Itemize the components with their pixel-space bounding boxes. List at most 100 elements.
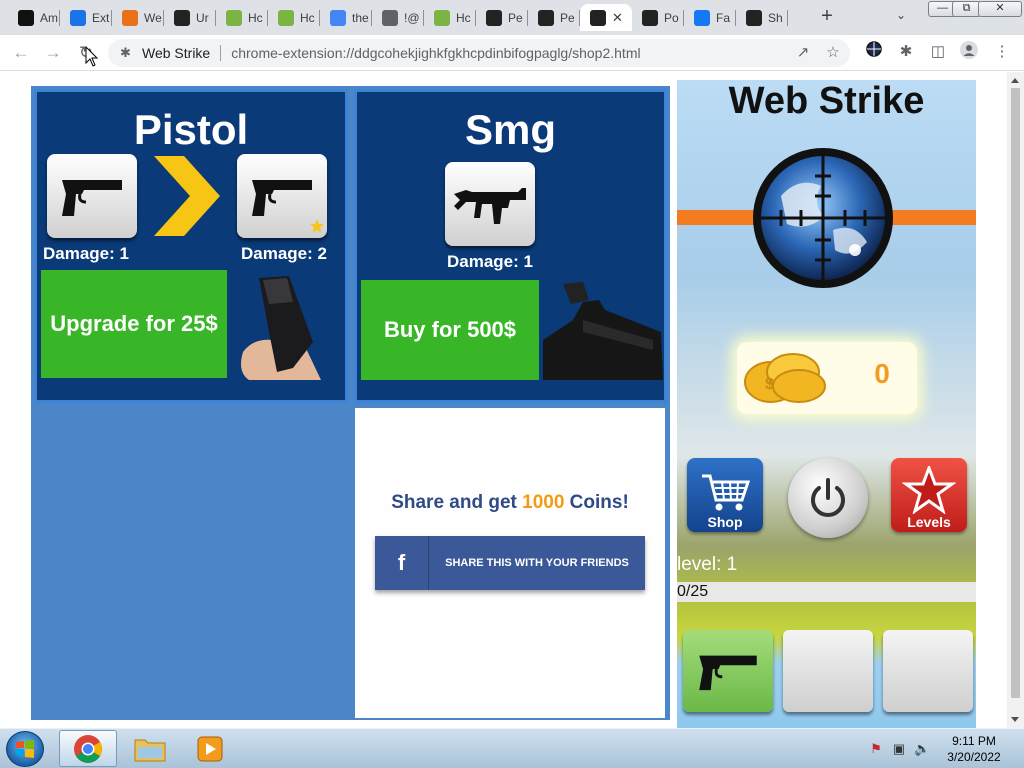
- volume-icon[interactable]: 🔈: [914, 741, 930, 757]
- pistol-hand-image: [233, 272, 343, 380]
- coin-count: 0: [874, 358, 890, 389]
- puzzle-icon: [70, 9, 86, 26]
- facebook-icon: f: [375, 536, 429, 590]
- upgrade-arrow-icon: [154, 156, 220, 236]
- pistol-icon: [252, 180, 312, 216]
- browser-tab[interactable]: Hc: [216, 4, 268, 31]
- tab-title: We: [144, 10, 162, 25]
- forward-button[interactable]: →: [41, 41, 65, 65]
- buy-smg-button[interactable]: Buy for 500$: [361, 280, 539, 380]
- tab-title: Sh: [768, 10, 783, 25]
- browser-tab[interactable]: Ur: [164, 4, 216, 31]
- crosshair-globe-icon: [590, 9, 606, 26]
- scroll-up-arrow-icon[interactable]: [1011, 78, 1019, 83]
- power-button[interactable]: [788, 458, 868, 538]
- network-icon[interactable]: ▣: [891, 741, 907, 757]
- tab-title: Pe: [508, 10, 523, 25]
- browser-tab[interactable]: Hc: [424, 4, 476, 31]
- system-clock[interactable]: 9:11 PM 3/20/2022: [940, 733, 1008, 765]
- share-promo-text: Share and get 1000 Coins!: [355, 492, 665, 514]
- restore-button[interactable]: ⧉: [952, 1, 981, 17]
- google-icon: [330, 9, 346, 26]
- game-title: Web Strike: [728, 80, 925, 122]
- action-center-flag-icon[interactable]: ⚑: [868, 741, 884, 757]
- browser-tab[interactable]: Po: [632, 4, 684, 31]
- tab-title: the: [352, 10, 369, 25]
- tab-title: Hc: [248, 10, 263, 25]
- pistol-icon: [62, 180, 122, 216]
- taskbar-media-player[interactable]: [181, 730, 239, 767]
- weapon-slot-3[interactable]: [883, 630, 973, 712]
- new-tab-button[interactable]: +: [816, 6, 838, 28]
- game-panel: Web Strike $ 0 Shop Levels level: 1 0/25: [677, 80, 976, 728]
- tab-title: !@: [404, 10, 420, 25]
- levels-button[interactable]: Levels: [891, 458, 967, 532]
- browser-tab[interactable]: We: [112, 4, 164, 31]
- omnibox-divider: [220, 45, 222, 61]
- tab-title: Ur: [196, 10, 209, 25]
- chrome-icon: [74, 734, 102, 763]
- menu-kebab-icon[interactable]: ⋮: [991, 41, 1013, 63]
- browser-tab[interactable]: !@: [372, 4, 424, 31]
- windows-taskbar: ⚑ ▣ 🔈 9:11 PM 3/20/2022: [0, 728, 1024, 768]
- pistol-current-slot: [47, 154, 137, 238]
- shop-panel: Pistol Damage: 1 Damage: 2 Upgrade for 2…: [31, 86, 670, 720]
- globe-icon: [382, 9, 398, 26]
- close-tab-icon[interactable]: ✕: [612, 10, 623, 26]
- green-flag-icon: [226, 9, 242, 26]
- extensions-puzzle-icon[interactable]: ✱: [895, 41, 917, 63]
- browser-tab[interactable]: ✕: [580, 4, 632, 31]
- close-window-button[interactable]: ✕: [978, 1, 1022, 17]
- weapon-slot-1[interactable]: [683, 630, 773, 712]
- browser-toolbar: ← → ↻ ✱ Web Strike chrome-extension://dd…: [0, 35, 1024, 71]
- smg-title: Smg: [464, 106, 556, 153]
- start-button[interactable]: [6, 731, 44, 767]
- green-flag-icon: [278, 9, 294, 26]
- pistol-title: Pistol: [133, 106, 249, 153]
- star-icon: [310, 219, 324, 233]
- bookmark-star-icon[interactable]: ☆: [822, 42, 844, 64]
- page-scrollbar[interactable]: [1007, 72, 1024, 728]
- browser-tab[interactable]: Pe: [528, 4, 580, 31]
- url-text: chrome-extension://ddgcohekjighkfgkhcpdi…: [231, 45, 641, 61]
- coins-stack-icon: $: [744, 353, 826, 403]
- share-card: Share and get 1000 Coins! f SHARE THIS W…: [355, 408, 665, 718]
- taskbar-explorer[interactable]: [121, 730, 179, 767]
- browser-tab[interactable]: Fa: [684, 4, 736, 31]
- weapon-slot-2[interactable]: [783, 630, 873, 712]
- facebook-share-label: SHARE THIS WITH YOUR FRIENDS: [445, 557, 629, 569]
- share-icon[interactable]: ↗: [792, 42, 814, 64]
- p-logo-icon: [486, 9, 502, 26]
- profile-avatar-icon[interactable]: [958, 41, 980, 63]
- tab-search-icon[interactable]: ⌄: [896, 8, 906, 22]
- side-panel-icon[interactable]: ◫: [927, 41, 949, 63]
- tab-title: Hc: [300, 10, 315, 25]
- tab-title: Fa: [716, 10, 731, 25]
- smg-slot: [445, 162, 535, 246]
- coin-panel: $ 0: [737, 342, 917, 414]
- facebook-share-button[interactable]: f SHARE THIS WITH YOUR FRIENDS: [375, 536, 645, 590]
- tab-title: Am: [40, 10, 58, 25]
- star-icon: [902, 466, 956, 514]
- address-bar[interactable]: ✱ Web Strike chrome-extension://ddgcohek…: [108, 39, 850, 67]
- smg-card: Smg Damage: 1 Buy for 500$: [354, 89, 667, 403]
- browser-tab[interactable]: Ext: [60, 4, 112, 31]
- back-button[interactable]: ←: [9, 41, 33, 65]
- extension-icon: [122, 9, 138, 26]
- taskbar-chrome[interactable]: [59, 730, 117, 767]
- browser-tab[interactable]: Pe: [476, 4, 528, 31]
- browser-tab[interactable]: Sh: [736, 4, 788, 31]
- web-strike-extension-icon[interactable]: [863, 41, 885, 63]
- upgrade-pistol-button[interactable]: Upgrade for 25$: [41, 270, 227, 378]
- browser-tab[interactable]: Hc: [268, 4, 320, 31]
- scroll-down-arrow-icon[interactable]: [1011, 717, 1019, 722]
- browser-tab[interactable]: the: [320, 4, 372, 31]
- pistol-icon: [699, 655, 757, 691]
- crosshair-globe-icon: [174, 9, 190, 26]
- tab-title: Pe: [560, 10, 575, 25]
- browser-tab[interactable]: Am: [8, 4, 60, 31]
- folder-icon: [134, 739, 166, 761]
- smg-damage: Damage: 1: [447, 252, 533, 271]
- shop-button[interactable]: Shop: [687, 458, 763, 532]
- scrollbar-thumb[interactable]: [1011, 88, 1020, 698]
